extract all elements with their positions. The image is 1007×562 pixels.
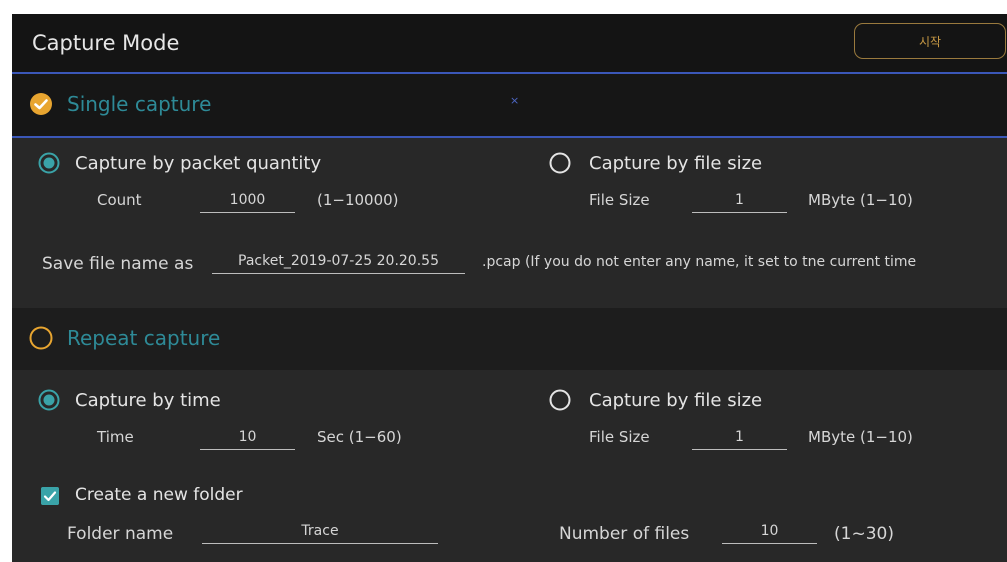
count-input[interactable]: 1000	[200, 190, 295, 213]
file-size-input[interactable]: 1	[692, 427, 787, 450]
time-input[interactable]: 10	[200, 427, 295, 450]
folder-name-input[interactable]: Trace	[202, 521, 438, 544]
file-size-range: MByte (1−10)	[808, 428, 913, 446]
single-capture-label: Single capture	[67, 92, 212, 116]
checkbox-checked-icon[interactable]	[41, 487, 59, 505]
radio-unselected-icon[interactable]	[549, 389, 571, 411]
repeat-capture-label: Repeat capture	[67, 326, 221, 350]
capture-by-file-size-label[interactable]: Capture by file size	[589, 390, 762, 411]
title-bar: Capture Mode 시작	[12, 14, 1007, 72]
save-file-hint: .pcap (If you do not enter any name, it …	[482, 254, 917, 270]
repeat-capture-header[interactable]: Repeat capture	[12, 308, 1007, 370]
checked-circle-icon[interactable]	[29, 92, 53, 116]
file-size-label: File Size	[589, 191, 650, 209]
number-of-files-label: Number of files	[559, 524, 690, 544]
close-icon[interactable]: ×	[510, 94, 519, 107]
save-file-name-input[interactable]: Packet_2019-07-25 20.20.55	[212, 251, 465, 274]
count-range: (1−10000)	[317, 191, 399, 209]
radio-selected-icon[interactable]	[38, 152, 60, 174]
single-capture-header[interactable]: Single capture ×	[12, 74, 1007, 136]
capture-by-time-label[interactable]: Capture by time	[75, 390, 221, 411]
start-button[interactable]: 시작	[854, 23, 1006, 59]
create-new-folder-label[interactable]: Create a new folder	[75, 485, 243, 505]
capture-by-quantity-label[interactable]: Capture by packet quantity	[75, 153, 321, 174]
capture-by-file-size-label[interactable]: Capture by file size	[589, 153, 762, 174]
file-size-input[interactable]: 1	[692, 190, 787, 213]
divider	[12, 136, 1007, 138]
save-file-name-label: Save file name as	[42, 254, 194, 274]
time-label: Time	[97, 428, 134, 446]
count-label: Count	[97, 191, 142, 209]
file-size-label: File Size	[589, 428, 650, 446]
radio-unselected-icon[interactable]	[549, 152, 571, 174]
folder-name-label: Folder name	[67, 524, 174, 544]
unchecked-circle-icon[interactable]	[29, 326, 53, 350]
time-range: Sec (1−60)	[317, 428, 402, 446]
radio-selected-icon[interactable]	[38, 389, 60, 411]
number-of-files-range: (1~30)	[834, 524, 894, 544]
window-title: Capture Mode	[32, 31, 180, 55]
capture-mode-panel: Capture Mode 시작 Single capture × Capture…	[12, 14, 1007, 562]
file-size-range: MByte (1−10)	[808, 191, 913, 209]
number-of-files-input[interactable]: 10	[722, 521, 817, 544]
